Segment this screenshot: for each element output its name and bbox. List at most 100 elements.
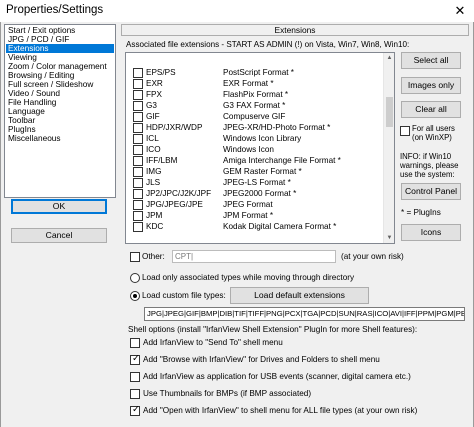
extension-row[interactable]: JP2/JPC/J2K/JPF JPEG2000 Format *	[126, 188, 384, 199]
other-extensions-input[interactable]: CPT|	[172, 250, 336, 263]
extension-checkbox[interactable]	[133, 200, 143, 210]
extension-checkbox[interactable]	[133, 90, 143, 100]
browse-with-label: Add "Browse with IrfanView" for Drives a…	[143, 355, 380, 364]
extension-description: PostScript Format *	[223, 68, 294, 77]
extension-row[interactable]: ICO Windows Icon	[126, 144, 384, 155]
other-label: Other:	[142, 252, 165, 261]
extension-description: JPM Format *	[223, 211, 274, 220]
associated-extensions-label: Associated file extensions - START AS AD…	[126, 40, 410, 49]
extension-name: ICL	[146, 134, 159, 143]
send-to-checkbox[interactable]	[130, 338, 140, 348]
extension-row[interactable]: IMG GEM Raster Format *	[126, 166, 384, 177]
extension-name: JP2/JPC/J2K/JPF	[146, 189, 212, 198]
own-risk-label: (at your own risk)	[341, 252, 404, 261]
extension-description: G3 FAX Format *	[223, 101, 286, 110]
select-all-button[interactable]: Select all	[401, 52, 461, 69]
shell-options-label: Shell options (install "IrfanView Shell …	[128, 325, 418, 334]
extension-checkbox[interactable]	[133, 167, 143, 177]
load-associated-radio[interactable]	[130, 273, 140, 283]
extension-checkbox[interactable]	[133, 156, 143, 166]
extension-row[interactable]: EPS/PS PostScript Format *	[126, 67, 384, 78]
extension-checkbox[interactable]	[133, 189, 143, 199]
open-with-all-label: Add "Open with IrfanView" to shell menu …	[143, 406, 418, 415]
bmp-thumbnails-checkbox[interactable]	[130, 389, 140, 399]
extension-description: JPEG2000 Format *	[223, 189, 297, 198]
extension-name: JLS	[146, 178, 161, 187]
extension-checkbox[interactable]	[133, 112, 143, 122]
extension-list-scrollbar[interactable]: ▲ ▼	[383, 53, 394, 243]
extension-description: Kodak Digital Camera Format *	[223, 222, 337, 231]
browse-with-checkbox[interactable]: ✓	[130, 353, 140, 365]
load-custom-radio[interactable]	[130, 291, 140, 301]
extension-name: JPG/JPEG/JPE	[146, 200, 203, 209]
extension-name: KDC	[146, 222, 164, 231]
extension-row[interactable]: ICL Windows Icon Library	[126, 133, 384, 144]
extensions-header: Extensions	[121, 24, 469, 36]
close-icon[interactable]: ✕	[452, 3, 468, 19]
extension-description: JPEG-LS Format *	[223, 178, 291, 187]
images-only-button[interactable]: Images only	[401, 77, 461, 94]
extension-checkbox[interactable]	[133, 211, 143, 221]
extension-checkbox[interactable]	[133, 68, 143, 78]
extension-description: EXR Format *	[223, 79, 274, 88]
extension-checkbox[interactable]	[133, 222, 143, 232]
extension-description: JPEG-XR/HD-Photo Format *	[223, 123, 331, 132]
scroll-down-icon[interactable]: ▼	[384, 233, 395, 243]
extension-checkbox[interactable]	[133, 79, 143, 89]
extension-row[interactable]: JPG/JPEG/JPE JPEG Format	[126, 199, 384, 210]
plugins-note: * = PlugIns	[401, 208, 441, 217]
extension-description: GEM Raster Format *	[223, 167, 302, 176]
extension-row[interactable]: KDC Kodak Digital Camera Format *	[126, 221, 384, 232]
extension-description: Windows Icon Library	[223, 134, 302, 143]
send-to-label: Add IrfanView to "Send To" shell menu	[143, 338, 283, 347]
extension-name: HDP/JXR/WDP	[146, 123, 203, 132]
window-title: Properties/Settings	[6, 4, 104, 16]
extension-list[interactable]: EPS/PS PostScript Format * EXR EXR Forma…	[125, 52, 395, 244]
load-associated-label: Load only associated types while moving …	[142, 273, 355, 282]
load-default-extensions-button[interactable]: Load default extensions	[230, 287, 369, 304]
extension-row[interactable]: GIF Compuserve GIF	[126, 111, 384, 122]
scroll-up-icon[interactable]: ▲	[384, 53, 395, 63]
category-list[interactable]: Start / Exit options JPG / PCD / GIF Ext…	[4, 24, 116, 198]
extension-name: IFF/LBM	[146, 156, 178, 165]
control-panel-button[interactable]: Control Panel	[401, 183, 461, 200]
extension-description: JPEG Format	[223, 200, 273, 209]
extension-description: Amiga Interchange File Format *	[223, 156, 341, 165]
scrollbar-thumb[interactable]	[386, 97, 393, 127]
extension-checkbox[interactable]	[133, 145, 143, 155]
clear-all-button[interactable]: Clear all	[401, 101, 461, 118]
custom-file-types-input[interactable]: JPG|JPEG|GIF|BMP|DIB|TIF|TIFF|PNG|PCX|TG…	[144, 307, 465, 321]
extension-name: IMG	[146, 167, 162, 176]
usb-events-label: Add IrfanView as application for USB eve…	[143, 372, 411, 381]
extension-row[interactable]: IFF/LBM Amiga Interchange File Format *	[126, 155, 384, 166]
usb-events-checkbox[interactable]	[130, 372, 140, 382]
extension-name: GIF	[146, 112, 160, 121]
extension-name: JPM	[146, 211, 163, 220]
extension-checkbox[interactable]	[133, 101, 143, 111]
extension-checkbox[interactable]	[133, 123, 143, 133]
extension-row[interactable]: EXR EXR Format *	[126, 78, 384, 89]
icons-button[interactable]: Icons	[401, 224, 461, 241]
extension-row[interactable]: FPX FlashPix Format *	[126, 89, 384, 100]
extension-row[interactable]: G3 G3 FAX Format *	[126, 100, 384, 111]
load-custom-label: Load custom file types:	[142, 291, 226, 300]
extension-name: ICO	[146, 145, 161, 154]
extension-description: FlashPix Format *	[223, 90, 289, 99]
extension-name: EPS/PS	[146, 68, 176, 77]
category-miscellaneous[interactable]: Miscellaneous	[6, 134, 114, 143]
other-checkbox[interactable]	[130, 252, 140, 262]
cancel-button[interactable]: Cancel	[11, 228, 107, 243]
ok-button[interactable]: OK	[11, 199, 107, 214]
extension-name: FPX	[146, 90, 162, 99]
bmp-thumbnails-label: Use Thumbnails for BMPs (if BMP associat…	[143, 389, 312, 398]
extension-row[interactable]: JPM JPM Format *	[126, 210, 384, 221]
extension-name: G3	[146, 101, 157, 110]
extension-checkbox[interactable]	[133, 178, 143, 188]
extension-checkbox[interactable]	[133, 134, 143, 144]
extension-row[interactable]: HDP/JXR/WDP JPEG-XR/HD-Photo Format *	[126, 122, 384, 133]
win10-info-text: INFO: if Win10 warnings, please use the …	[400, 152, 459, 179]
extension-description: Windows Icon	[223, 145, 274, 154]
for-all-users-checkbox[interactable]	[400, 126, 410, 136]
open-with-all-checkbox[interactable]: ✓	[130, 404, 140, 416]
extension-row[interactable]: JLS JPEG-LS Format *	[126, 177, 384, 188]
